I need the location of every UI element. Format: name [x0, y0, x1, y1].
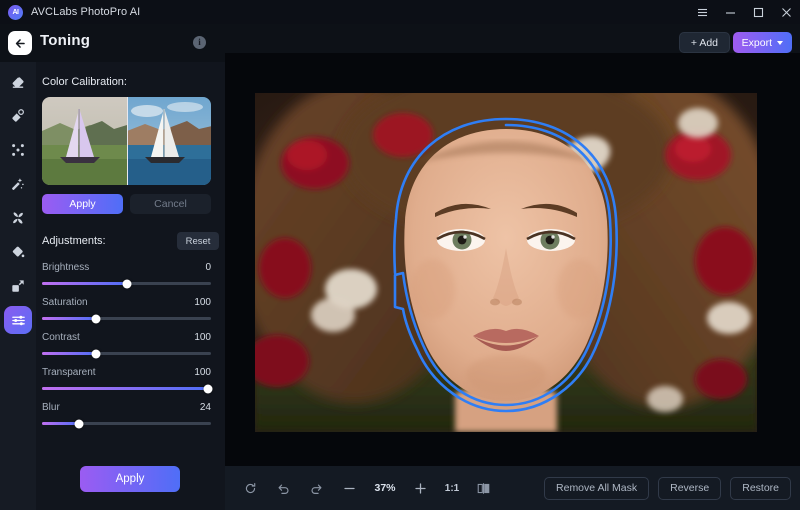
slider-knob[interactable]	[122, 279, 131, 288]
redo-icon[interactable]	[300, 475, 333, 501]
minimize-icon[interactable]	[716, 0, 744, 24]
maximize-icon[interactable]	[744, 0, 772, 24]
slider-knob[interactable]	[91, 349, 101, 358]
app-logo-text: AI	[12, 8, 20, 16]
reverse-button[interactable]: Reverse	[658, 476, 722, 500]
slider-value: 24	[199, 402, 211, 413]
slider-value: 0	[205, 262, 211, 273]
close-icon[interactable]	[772, 0, 800, 24]
color-calibration-preview[interactable]	[42, 97, 211, 185]
add-button[interactable]: + Add	[678, 32, 730, 53]
window-controls	[688, 0, 800, 24]
toning-panel: Color Calibration: Apply Cancel Adjustme…	[36, 62, 225, 510]
adjustments-header: Adjustments: Reset	[42, 232, 219, 250]
slider-track[interactable]	[42, 384, 213, 393]
slider-fill	[42, 317, 97, 320]
slider-label: Transparent	[42, 367, 96, 378]
rail-item-expand[interactable]	[4, 136, 32, 164]
slider-fill	[42, 282, 127, 285]
reset-button[interactable]: Reset	[177, 232, 219, 250]
portrait-photo	[255, 93, 757, 432]
app-title: AVCLabs PhotoPro AI	[31, 6, 141, 18]
title-bar: AI AVCLabs PhotoPro AI	[0, 0, 800, 24]
slider-label: Saturation	[42, 297, 88, 308]
slider-header: Blur 24	[42, 402, 211, 413]
slider-value: 100	[194, 297, 211, 308]
rail-item-eraser[interactable]	[4, 68, 32, 96]
slider-track[interactable]	[42, 349, 211, 358]
slider-knob[interactable]	[74, 419, 84, 428]
slider-value: 100	[194, 367, 211, 378]
calibration-split-divider[interactable]	[126, 97, 128, 185]
slider-value: 100	[194, 332, 211, 343]
actual-size-button[interactable]: 1:1	[437, 483, 467, 494]
export-button[interactable]: Export	[732, 32, 792, 53]
calibration-after-thumbnail	[126, 97, 211, 185]
rail-item-color-drop[interactable]	[4, 238, 32, 266]
slider-contrast[interactable]: Contrast 100	[42, 332, 211, 358]
slider-header: Brightness 0	[42, 262, 211, 273]
undo-icon[interactable]	[267, 475, 300, 501]
rail-item-enhance[interactable]	[4, 204, 32, 232]
add-button-label: + Add	[690, 36, 718, 49]
mask-actions: Remove All Mask Reverse Restore	[544, 476, 800, 500]
zoom-out-button[interactable]	[333, 475, 366, 501]
slider-brightness[interactable]: Brightness 0	[42, 262, 211, 288]
slider-fill	[42, 422, 80, 425]
slider-header: Contrast 100	[42, 332, 211, 343]
slider-fill	[42, 387, 208, 390]
page-title: Toning	[40, 32, 91, 49]
export-button-label: Export	[741, 36, 772, 49]
slider-blur[interactable]: Blur 24	[42, 402, 211, 428]
zoom-level: 37%	[374, 482, 396, 494]
hamburger-icon[interactable]	[688, 0, 716, 24]
remove-all-mask-button[interactable]: Remove All Mask	[544, 476, 650, 500]
slider-header: Transparent 100	[42, 367, 211, 378]
calibration-cancel-button[interactable]: Cancel	[130, 194, 211, 214]
slider-track[interactable]	[42, 279, 211, 288]
back-button[interactable]	[8, 31, 32, 55]
slider-label: Brightness	[42, 262, 90, 273]
compare-split-icon[interactable]	[467, 475, 500, 501]
rail-item-toning[interactable]	[4, 306, 32, 334]
restore-button[interactable]: Restore	[730, 476, 791, 500]
image-canvas[interactable]	[225, 53, 800, 466]
chevron-down-icon	[777, 40, 783, 45]
info-icon[interactable]: i	[193, 36, 206, 49]
tool-rail	[0, 62, 36, 510]
slider-saturation[interactable]: Saturation 100	[42, 297, 211, 323]
slider-transparent[interactable]: Transparent 100	[42, 367, 213, 393]
photo-container	[255, 93, 757, 432]
zoom-in-button[interactable]	[404, 475, 437, 501]
slider-label: Contrast	[42, 332, 80, 343]
calibration-actions: Apply Cancel	[42, 194, 219, 214]
slider-knob[interactable]	[203, 384, 213, 393]
rail-item-resize[interactable]	[4, 272, 32, 300]
color-calibration-label: Color Calibration:	[42, 76, 127, 88]
slider-label: Blur	[42, 402, 60, 413]
app-window: AI AVCLabs PhotoPro AI Toning i + Add Ex…	[0, 0, 800, 510]
rail-item-object-remove[interactable]	[4, 102, 32, 130]
slider-track[interactable]	[42, 419, 211, 428]
apply-button[interactable]: Apply	[80, 466, 180, 492]
sliders-container: Brightness 0 Saturation 100 Contrast 100 Trans…	[36, 262, 225, 428]
calibration-before-thumbnail	[42, 97, 127, 185]
app-logo-icon: AI	[8, 4, 23, 20]
slider-knob[interactable]	[91, 314, 101, 323]
rail-item-magic-wand[interactable]	[4, 170, 32, 198]
reset-view-icon[interactable]	[234, 475, 267, 501]
slider-track[interactable]	[42, 314, 211, 323]
calibration-apply-button[interactable]: Apply	[42, 194, 123, 214]
canvas-bottom-toolbar: 37% 1:1 Remove All Mask Reverse Restore	[225, 466, 800, 510]
adjustments-label: Adjustments:	[42, 235, 106, 247]
slider-header: Saturation 100	[42, 297, 211, 308]
slider-fill	[42, 352, 97, 355]
